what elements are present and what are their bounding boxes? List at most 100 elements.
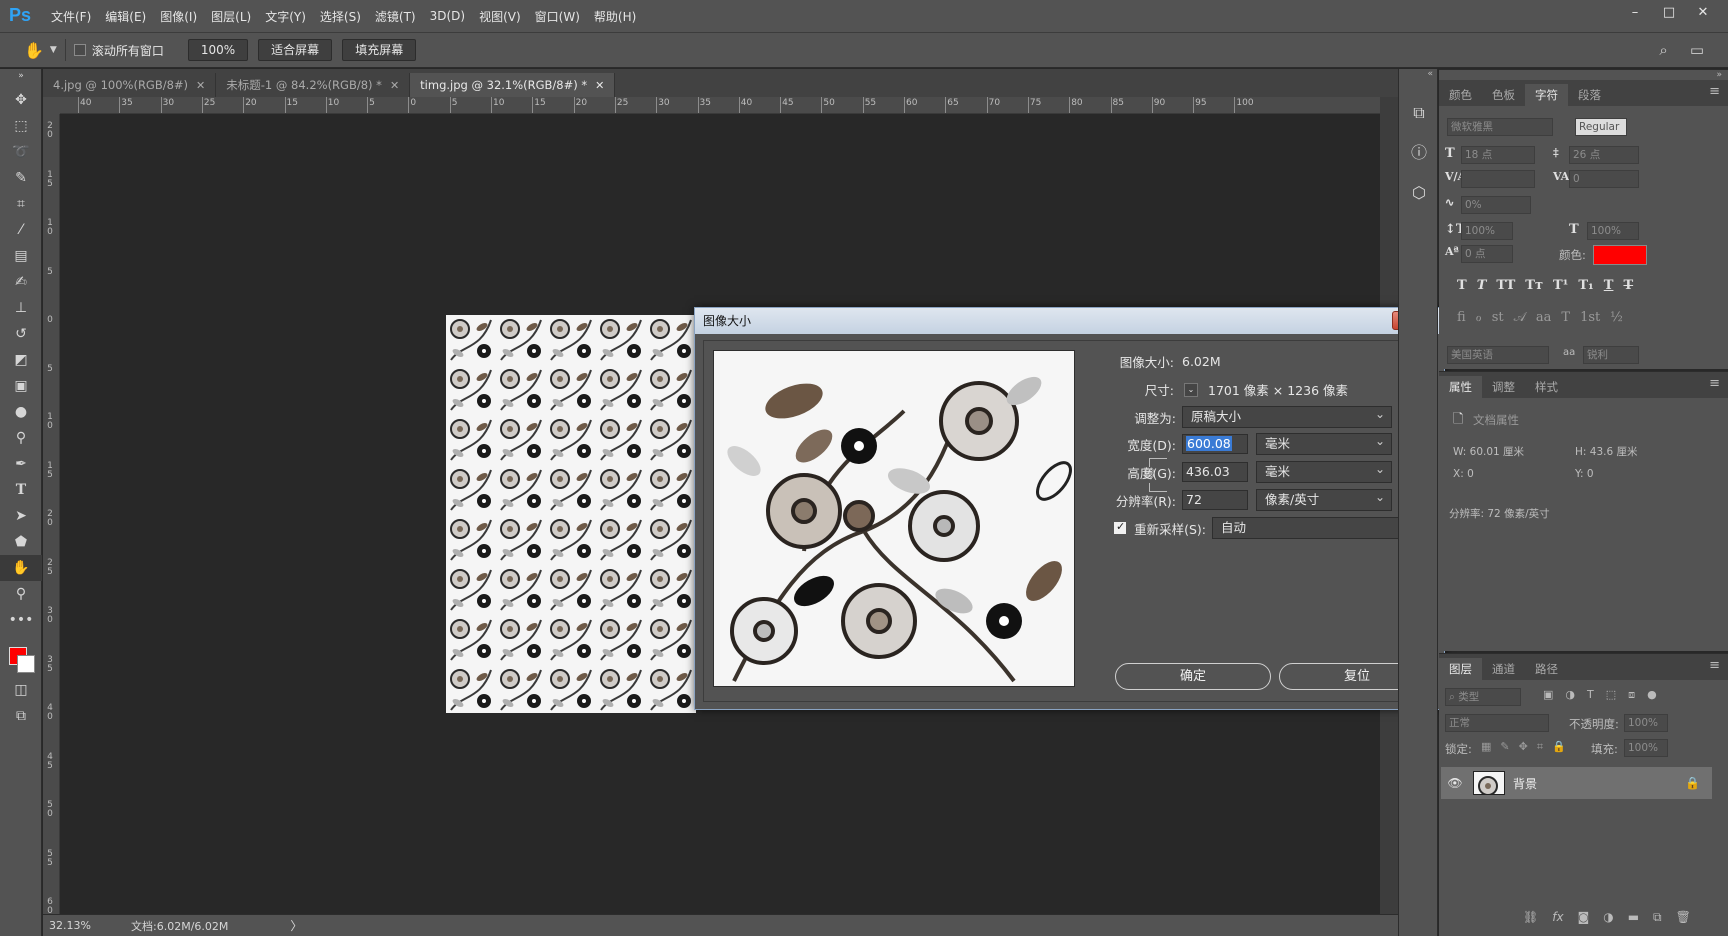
menu-layer[interactable]: 图层(L) (211, 8, 251, 25)
stamp-tool-icon[interactable]: ⊥ (0, 295, 42, 321)
background-color[interactable] (17, 655, 35, 673)
dialog-titlebar[interactable]: 图像大小 ✕ (695, 308, 1444, 334)
height-unit-select[interactable]: 毫米 (1256, 461, 1392, 483)
add-mask-icon[interactable]: ◙ (1578, 910, 1590, 925)
brush-tool-icon[interactable]: ✍ (0, 269, 42, 295)
more-tools-icon[interactable]: ••• (0, 607, 42, 633)
chevron-down-icon[interactable]: ▼ (50, 45, 57, 55)
text-color-swatch[interactable] (1593, 245, 1647, 265)
crop-tool-icon[interactable]: ⌗ (0, 191, 42, 217)
subscript-icon[interactable]: T₁ (1578, 278, 1593, 293)
menu-filter[interactable]: 滤镜(T) (375, 8, 416, 25)
small-caps-icon[interactable]: Tт (1525, 278, 1543, 293)
blur-tool-icon[interactable]: ● (0, 399, 42, 425)
lock-artboard-icon[interactable]: ⌗ (1537, 740, 1543, 754)
screen-mode-icon[interactable]: ⧉ (0, 703, 42, 729)
menu-edit[interactable]: 编辑(E) (105, 8, 146, 25)
opacity-input[interactable]: 100% (1624, 714, 1668, 732)
hand-tool-icon[interactable]: ✋ (0, 555, 42, 581)
panel-menu-icon[interactable]: ≡ (1709, 376, 1720, 391)
scale-input[interactable]: 0% (1461, 196, 1531, 214)
resolution-input[interactable]: 72 (1182, 490, 1248, 510)
lasso-tool-icon[interactable]: ➰ (0, 139, 42, 165)
panel-menu-icon[interactable]: ≡ (1709, 658, 1720, 673)
filter-toggle-icon[interactable]: ● (1647, 688, 1657, 702)
maximize-button[interactable]: □ (1652, 2, 1686, 24)
tab-adjustments[interactable]: 调整 (1482, 376, 1525, 398)
eye-icon[interactable]: 👁 (1441, 776, 1469, 790)
titling-icon[interactable]: aa (1536, 310, 1552, 325)
history-icon[interactable]: ⧉ (1399, 93, 1439, 133)
menu-view[interactable]: 视图(V) (479, 8, 521, 25)
tab-4-jpg[interactable]: 4.jpg @ 100%(RGB/8#) ✕ (43, 73, 217, 97)
fill-input[interactable]: 100% (1624, 739, 1668, 757)
tab-styles[interactable]: 样式 (1525, 376, 1568, 398)
magic-wand-tool-icon[interactable]: ✎ (0, 165, 42, 191)
minimize-button[interactable]: – (1618, 2, 1652, 24)
workspace-icon[interactable]: ▭ (1690, 41, 1704, 59)
lock-pixels-icon[interactable]: ✎ (1500, 740, 1509, 754)
shape-tool-icon[interactable]: ⬟ (0, 529, 42, 555)
old-style-icon[interactable]: ℴ (1476, 310, 1482, 325)
tab-color[interactable]: 颜色 (1439, 84, 1482, 106)
adjustment-layer-icon[interactable]: ◑ (1603, 910, 1613, 925)
menu-help[interactable]: 帮助(H) (594, 8, 636, 25)
image-preview[interactable] (713, 350, 1075, 687)
3d-cube-icon[interactable]: ⬡ (1399, 173, 1439, 213)
trash-icon[interactable]: 🗑 (1676, 910, 1691, 925)
fit-screen-button[interactable]: 适合屏幕 (258, 39, 333, 61)
horizontal-ruler[interactable]: 40 35 30 25 20 15 10 5 0 5 10 15 20 25 30 35 40 45 50 55 60 6… (60, 97, 1380, 114)
search-icon[interactable]: ⌕ (1659, 41, 1667, 59)
close-icon[interactable]: ✕ (595, 79, 604, 92)
menu-window[interactable]: 窗口(W) (535, 8, 580, 25)
pen-tool-icon[interactable]: ✒ (0, 451, 42, 477)
path-selection-tool-icon[interactable]: ➤ (0, 503, 42, 529)
underline-icon[interactable]: T (1604, 278, 1614, 293)
dodge-tool-icon[interactable]: ⚲ (0, 425, 42, 451)
zoom-tool-icon[interactable]: ⚲ (0, 581, 42, 607)
status-zoom[interactable]: 32.13% (43, 919, 103, 932)
leading-input[interactable]: 26 点 (1569, 146, 1639, 164)
eyedropper-tool-icon[interactable]: ⁄ (0, 217, 42, 243)
menu-file[interactable]: 文件(F) (51, 8, 91, 25)
zoom-100-button[interactable]: 100% (187, 39, 249, 61)
font-style-select[interactable]: Regular (1575, 118, 1627, 136)
layer-filter-select[interactable]: ⌕ 类型 (1445, 688, 1521, 706)
healing-brush-tool-icon[interactable]: ▤ (0, 243, 42, 269)
resample-select[interactable]: 自动 (1212, 517, 1422, 539)
marquee-tool-icon[interactable]: ⬚ (0, 113, 42, 139)
width-input[interactable]: 600.08 (1182, 434, 1248, 454)
tab-character[interactable]: 字符 (1525, 84, 1568, 106)
strikethrough-icon[interactable]: T (1623, 278, 1633, 293)
tab-paragraph[interactable]: 段落 (1568, 84, 1611, 106)
panel-menu-icon[interactable]: ≡ (1709, 84, 1720, 99)
tracking-input[interactable]: 0 (1569, 170, 1639, 188)
type-filter-icon[interactable]: T (1587, 688, 1594, 702)
lock-transparent-icon[interactable]: ▦ (1481, 740, 1491, 754)
quick-mask-icon[interactable]: ◫ (0, 677, 42, 703)
ordinals-icon[interactable]: 1st (1580, 310, 1600, 325)
scroll-all-checkbox[interactable] (73, 44, 86, 56)
stylistic-alt-icon[interactable]: 𝒜 (1514, 310, 1526, 325)
hand-tool-icon[interactable]: ✋ (24, 41, 44, 60)
height-input[interactable]: 436.03 (1182, 462, 1248, 482)
resolution-unit-select[interactable]: 像素/英寸 (1256, 489, 1392, 511)
shape-filter-icon[interactable]: ⬚ (1606, 688, 1616, 702)
document-image[interactable] (446, 315, 696, 713)
all-caps-icon[interactable]: TT (1496, 278, 1515, 293)
blend-mode-select[interactable]: 正常 (1445, 714, 1549, 732)
ligature-icon[interactable]: ﬁ (1457, 310, 1466, 325)
language-select[interactable]: 美国英语 (1447, 346, 1549, 364)
resample-checkbox[interactable] (1114, 520, 1126, 534)
link-layers-icon[interactable]: ⛓ (1523, 910, 1538, 925)
adjustment-filter-icon[interactable]: ◑ (1565, 688, 1575, 702)
pixel-filter-icon[interactable]: ▣ (1543, 688, 1553, 702)
vertical-ruler[interactable]: 2 0 1 5 1 0 5 0 5 1 0 1 5 2 0 2 5 3 0 3 5 4 0 4 5 5 0 5… (43, 114, 60, 914)
move-tool-icon[interactable]: ✥ (0, 87, 42, 113)
new-group-icon[interactable]: ▬ (1628, 910, 1639, 925)
fit-to-select[interactable]: 原稿大小 (1182, 406, 1392, 428)
eraser-tool-icon[interactable]: ◩ (0, 347, 42, 373)
tab-swatches[interactable]: 色板 (1482, 84, 1525, 106)
tab-paths[interactable]: 路径 (1525, 658, 1568, 680)
lock-position-icon[interactable]: ✥ (1519, 740, 1528, 754)
